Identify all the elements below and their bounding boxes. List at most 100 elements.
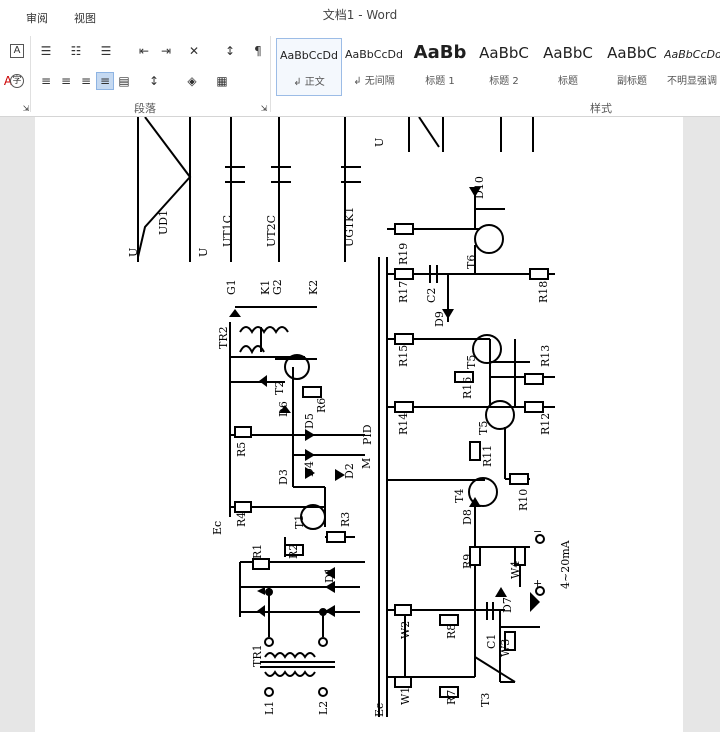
numbering-icon[interactable]: ☷ [68, 44, 84, 58]
label-l1: L1 [263, 701, 276, 715]
label-u: U [197, 248, 210, 257]
distributed-icon[interactable]: ▤ [116, 74, 132, 88]
label-r10: R10 [517, 489, 530, 511]
style-subtle-emphasis[interactable]: AaBbCcDd 不明显强调 [664, 38, 720, 94]
align-left-icon[interactable]: ≡ [38, 74, 54, 88]
label-c1: C1 [485, 634, 498, 649]
label-r17: R17 [397, 281, 410, 303]
label-r11: R11 [481, 445, 494, 467]
label-pid: PID [361, 424, 374, 445]
label-t1: T1 [293, 515, 306, 529]
sort-icon[interactable]: ↕ [222, 44, 238, 58]
label-ug1k1: UG1K1 [343, 207, 356, 247]
label-m: M [360, 458, 373, 469]
label-w4: W4 [509, 561, 522, 579]
label-r13: R13 [539, 345, 552, 367]
title-bar: 文档1 - Word [0, 0, 720, 30]
style-no-spacing[interactable]: AaBbCcDd ↲ 无间隔 [342, 38, 406, 94]
label-d6: D6 [277, 401, 290, 417]
label-t6: T6 [465, 255, 478, 269]
label-t4: T4 [453, 489, 466, 503]
label-tr1: TR1 [251, 644, 264, 667]
label-d7: D7 [501, 597, 514, 613]
label-w1: W1 [399, 687, 412, 705]
label-r14: R14 [397, 413, 410, 435]
label-r19: R19 [397, 243, 410, 265]
label-r8: R8 [445, 624, 458, 639]
bullets-icon[interactable]: ☰ [38, 44, 54, 58]
label-tr2: TR2 [217, 326, 230, 349]
tab-view[interactable]: 视图 [74, 10, 96, 26]
label-r7: R7 [445, 690, 458, 705]
font-dialog-launcher-icon[interactable]: ⇲ [18, 102, 34, 116]
decrease-indent-icon[interactable]: ⇤ [136, 44, 152, 58]
justify-icon[interactable]: ≡ [96, 72, 114, 90]
style-heading-2[interactable]: AaBbC 标题 2 [472, 38, 536, 94]
label-t5: T5 [465, 355, 478, 369]
label-r6: R6 [315, 398, 328, 413]
text-box-icon[interactable]: A [10, 44, 24, 58]
label-k2: K2 [307, 280, 320, 295]
line-spacing-icon[interactable]: ↕ [146, 74, 162, 88]
label-ut1c: UT1C [221, 215, 234, 247]
label-4-20ma: 4~20mA [559, 539, 572, 589]
multilevel-list-icon[interactable]: ☰ [98, 44, 114, 58]
label-w2: W2 [399, 621, 412, 639]
borders-icon[interactable]: ▦ [214, 74, 230, 88]
group-divider [270, 36, 271, 112]
label-u: U [373, 138, 386, 147]
shading-icon[interactable]: ◈ [184, 74, 200, 88]
label-minus: − [533, 525, 542, 538]
style-normal[interactable]: AaBbCcDd ↲ 正文 [276, 38, 342, 96]
label-u: U [127, 248, 140, 257]
label-d9: D9 [433, 311, 446, 327]
label-d4: D4 [303, 461, 316, 477]
align-center-icon[interactable]: ≡ [58, 74, 74, 88]
right-gutter [700, 117, 720, 732]
show-marks-icon[interactable]: ¶ [250, 44, 266, 58]
label-ut2c: UT2C [265, 215, 278, 247]
window-title: 文档1 - Word [322, 8, 398, 22]
label-w3: W3 [499, 639, 512, 657]
label-r1: R1 [251, 544, 264, 559]
label-l2: L2 [317, 701, 330, 715]
label-r16: R16 [461, 377, 474, 399]
ribbon: A A 字 ☰ ☷ ☰ ⇤ ⇥ ✕ ↕ ¶ ≡ ≡ ≡ ≡ ▤ ↕ ◈ ▦ 段落… [0, 30, 720, 117]
label-d10: D10 [473, 176, 486, 199]
label-g2: G2 [271, 279, 284, 295]
document-page[interactable]: UD1 UT1C UT2C UG1K1 U U U G1 K1 G2 K2 TR… [35, 117, 683, 732]
label-plus: + [533, 577, 542, 590]
label-ec: Ec [211, 521, 224, 535]
label-r3: R3 [339, 512, 352, 527]
label-r18: R18 [537, 281, 550, 303]
label-r12: R12 [539, 413, 552, 435]
group-divider [30, 36, 31, 112]
phonetic-icon[interactable]: 字 [10, 74, 24, 88]
label-d1: D1 [323, 567, 336, 583]
label-g1: G1 [225, 279, 238, 295]
label-r4: R4 [235, 512, 248, 527]
circuit-diagram: UD1 UT1C UT2C UG1K1 U U U G1 K1 G2 K2 TR… [127, 117, 572, 717]
styles-gallery: AaBbCcDd ↲ 正文 AaBbCcDd ↲ 无间隔 AaBb 标题 1 A… [276, 38, 720, 96]
label-r2: R2 [287, 544, 300, 559]
label-d5: D5 [303, 413, 316, 429]
style-title[interactable]: AaBbC 标题 [536, 38, 600, 94]
tab-review[interactable]: 审阅 [26, 10, 48, 26]
label-d8: D8 [461, 509, 474, 525]
label-t3: T3 [479, 693, 492, 707]
paragraph-group-label: 段落 [134, 102, 156, 115]
label-d3: D3 [277, 469, 290, 485]
styles-group-label: 样式 [590, 102, 612, 115]
label-r9: R9 [461, 554, 474, 569]
style-heading-1[interactable]: AaBb 标题 1 [408, 38, 472, 94]
increase-indent-icon[interactable]: ⇥ [158, 44, 174, 58]
style-subtitle[interactable]: AaBbC 副标题 [600, 38, 664, 94]
label-c2: C2 [425, 288, 438, 303]
align-right-icon[interactable]: ≡ [78, 74, 94, 88]
label-r5: R5 [235, 442, 248, 457]
label-t5-lower: T5 [477, 421, 490, 435]
label-d2: D2 [343, 463, 356, 479]
chinese-layout-icon[interactable]: ✕ [186, 44, 202, 58]
label-ec-right: Ec [373, 703, 386, 717]
label-r15: R15 [397, 345, 410, 367]
